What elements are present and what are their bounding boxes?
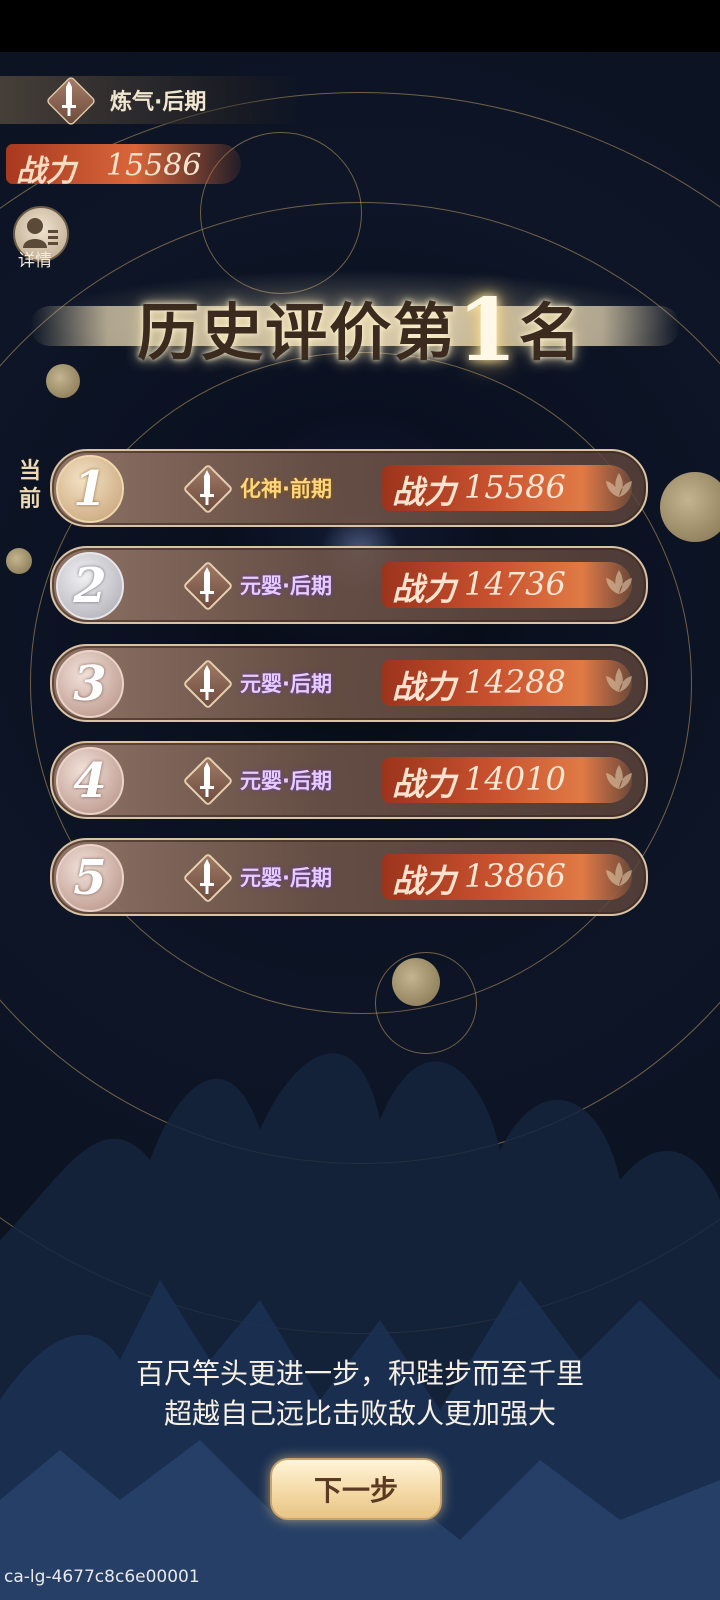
power-label: 战力	[16, 154, 76, 189]
ranking-row-1: 1 化神·前期 战力 15586	[50, 449, 648, 527]
power-label: 战力	[392, 570, 457, 608]
rank-medal: 4	[56, 747, 124, 815]
sword-icon	[59, 79, 79, 119]
power-value: 15586	[464, 468, 566, 506]
sword-icon	[200, 470, 214, 505]
sword-icon	[200, 859, 214, 894]
player-power: 战力 15586	[6, 140, 246, 189]
ranking-row-5: 5 元婴·后期 战力 13866	[50, 838, 648, 916]
realm-badge	[182, 658, 234, 710]
lotus-icon	[606, 570, 632, 594]
lotus-icon	[606, 765, 632, 789]
current-marker: 当前	[18, 459, 41, 512]
sword-icon	[200, 665, 214, 700]
sword-icon	[200, 567, 214, 602]
ranking-title: 历史评价第1名	[0, 280, 720, 381]
title-suffix: 名	[518, 296, 583, 369]
lotus-icon	[606, 862, 632, 886]
title-prefix: 历史评价第	[137, 296, 458, 369]
detail-label[interactable]: 详情	[18, 246, 52, 271]
power-value: 14010	[464, 760, 566, 798]
title-rank-number: 1	[457, 280, 519, 381]
ranking-row-4: 4 元婴·后期 战力 14010	[50, 741, 648, 819]
power-label: 战力	[392, 668, 457, 706]
realm-badge	[182, 463, 234, 515]
watermark-id: ca-lg-4677c8c6e00001	[4, 1567, 200, 1587]
realm-badge	[182, 852, 234, 904]
rank-medal: 1	[56, 455, 124, 523]
planet-orb	[6, 548, 32, 574]
next-step-button[interactable]: 下一步	[270, 1458, 442, 1520]
row-realm: 元婴·后期	[240, 672, 332, 696]
lotus-icon	[606, 668, 632, 692]
sword-icon	[200, 762, 214, 797]
ranking-row-2: 2 元婴·后期 战力 14736	[50, 546, 648, 624]
quote-line-1: 百尺竿头更进一步，积跬步而至千里	[135, 1357, 584, 1390]
power-value: 14288	[464, 663, 566, 701]
row-realm: 化神·前期	[240, 477, 332, 501]
power-value: 13866	[464, 857, 566, 895]
quote-line-2: 超越自己远比击败敌人更加强大	[163, 1397, 556, 1430]
ranking-row-3: 3 元婴·后期 战力 14288	[50, 644, 648, 722]
rank-medal: 5	[56, 844, 124, 912]
row-realm: 元婴·后期	[240, 866, 332, 890]
player-realm: 炼气·后期	[110, 90, 207, 115]
row-realm: 元婴·后期	[240, 769, 332, 793]
power-value: 14736	[464, 565, 566, 603]
row-realm: 元婴·后期	[240, 574, 332, 598]
power-label: 战力	[392, 473, 457, 511]
lotus-icon	[606, 473, 632, 497]
status-bar-area	[0, 0, 720, 52]
realm-badge	[182, 560, 234, 612]
power-label: 战力	[392, 765, 457, 803]
rank-medal: 2	[56, 552, 124, 620]
power-label: 战力	[392, 862, 457, 900]
realm-badge	[182, 755, 234, 807]
power-value: 15586	[106, 148, 202, 183]
rank-medal: 3	[56, 650, 124, 718]
